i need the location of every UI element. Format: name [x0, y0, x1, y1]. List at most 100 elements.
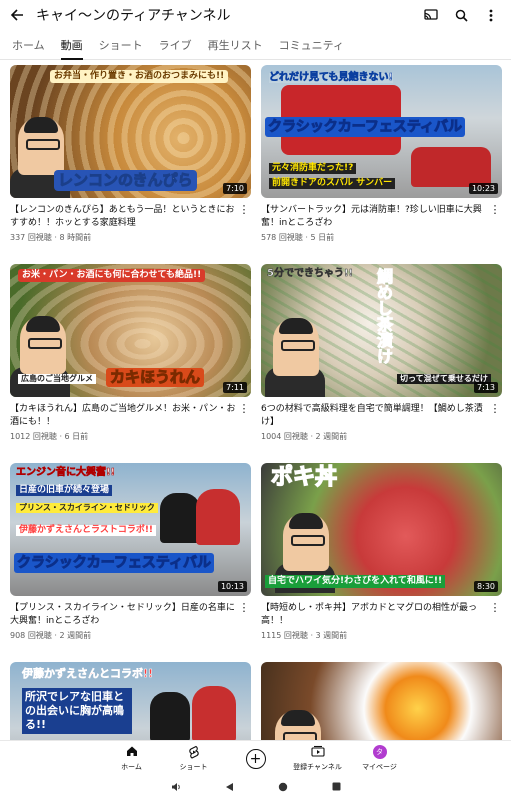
thumbnail-caption-main: クラシックカーフェスティバル — [14, 553, 215, 573]
upload-age: 2 週間前 — [315, 432, 348, 441]
thumbnail-caption-top: ポキ丼 — [270, 465, 338, 490]
host-image — [273, 318, 319, 376]
thumbnail-caption-main: レンコンのきんぴら — [54, 170, 197, 191]
duration-badge: 7:10 — [223, 183, 247, 194]
video-title[interactable]: 【レンコンのきんぴら】あともう一品！というときにおすすめ！！ホッとする家庭料理 — [10, 204, 237, 230]
nav-create[interactable]: + — [225, 741, 287, 776]
tab-videos[interactable]: 動画 — [53, 30, 91, 60]
tab-live[interactable]: ライブ — [151, 30, 200, 60]
thumbnail-caption-sub: 前開きドアのスバル サンバー — [269, 178, 396, 189]
nav-subscriptions-label: 登録チャンネル — [293, 763, 342, 771]
nav-shorts[interactable]: ショート — [163, 741, 225, 776]
tab-shorts[interactable]: ショート — [91, 30, 151, 60]
video-title[interactable]: 【カキほうれん】広島のご当地グルメ！お米・パン・お酒にも！！ — [10, 403, 237, 429]
video-card[interactable] — [261, 662, 502, 740]
video-card[interactable]: どれだけ見ても見飽きない! クラシックカーフェスティバル 元々消防車だった!? … — [261, 65, 502, 243]
upload-age: 3 週間前 — [315, 631, 348, 640]
thumbnail-caption-top: どれだけ見ても見飽きない! — [269, 72, 394, 83]
create-plus-icon: + — [245, 748, 266, 769]
view-count: 908 回視聴 — [10, 631, 52, 640]
video-thumbnail[interactable]: 伊藤かずえさんとコラボ!! 所沢でレアな旧車との出会いに胸が高鳴る!! — [10, 662, 251, 740]
upload-age: 8 時間前 — [59, 233, 92, 242]
more-vert-icon[interactable]: ⋮ — [237, 602, 251, 641]
more-vert-icon[interactable]: ⋮ — [237, 403, 251, 442]
upload-age: 5 日前 — [310, 233, 335, 242]
video-thumbnail[interactable]: お米・パン・お酒にも何に合わせても絶品!! 広島のご当地グルメ カキほうれん 7… — [10, 264, 251, 397]
view-count: 1115 回視聴 — [261, 631, 308, 640]
bottom-navigation: ホーム ショート + 登録チャンネル タ マイページ — [0, 740, 511, 776]
duration-badge: 7:11 — [223, 382, 247, 393]
view-count: 337 回視聴 — [10, 233, 52, 242]
cast-icon[interactable] — [419, 3, 443, 27]
nav-subscriptions[interactable]: 登録チャンネル — [287, 741, 349, 776]
video-card[interactable]: お弁当・作り置き・お酒のおつまみにも!! レンコンのきんぴら 7:10 【レンコ… — [10, 65, 251, 243]
thumbnail-caption-main: カキほうれん — [106, 368, 205, 387]
nav-shorts-label: ショート — [179, 763, 208, 771]
volume-icon[interactable] — [171, 782, 181, 795]
duration-badge: 10:23 — [468, 183, 498, 194]
tab-community[interactable]: コミュニティ — [271, 30, 352, 60]
video-title[interactable]: 【プリンス・スカイライン・セドリック】日産の名車に大興奮！inところざわ — [10, 602, 237, 628]
video-card[interactable]: ポキ丼 自宅でハワイ気分!わさびを入れて和風に!! 8:30 【時短めし・ポキ丼… — [261, 463, 502, 641]
avatar-icon: タ — [372, 745, 387, 759]
video-card[interactable]: お米・パン・お酒にも何に合わせても絶品!! 広島のご当地グルメ カキほうれん 7… — [10, 264, 251, 442]
back-triangle-icon[interactable] — [225, 782, 234, 795]
nav-home[interactable]: ホーム — [101, 741, 163, 776]
video-card[interactable]: 伊藤かずえさんとコラボ!! 所沢でレアな旧車との出会いに胸が高鳴る!! — [10, 662, 251, 740]
thumbnail-caption-top: エンジン音に大興奮!! — [16, 467, 116, 478]
thumbnail-caption-top: お弁当・作り置き・お酒のおつまみにも!! — [50, 70, 229, 83]
thumbnail-caption-sub: 日産の旧車が続々登場 — [16, 485, 113, 496]
upload-age: 2 週間前 — [59, 631, 92, 640]
thumbnail-caption-top: 伊藤かずえさんとコラボ!! — [22, 667, 154, 680]
channel-tabs: ホーム 動画 ショート ライブ 再生リスト コミュニティ — [0, 30, 511, 60]
video-card[interactable]: 5分でできちゃう!! 鯛めし茶漬け 切って混ぜて乗せるだけ 7:13 6つの材料… — [261, 264, 502, 442]
shorts-icon — [188, 745, 200, 761]
nav-mypage-label: マイページ — [362, 763, 397, 771]
thumbnail-caption-sub: 伊藤かずえさんとラストコラボ!! — [16, 525, 157, 536]
channel-title: キャイ〜ンのティアチャンネル — [36, 8, 231, 24]
host-image — [18, 117, 64, 175]
recents-square-icon[interactable] — [332, 782, 341, 794]
video-thumbnail[interactable]: エンジン音に大興奮!! 日産の旧車が続々登場 プリンス・スカイライン・セドリック… — [10, 463, 251, 596]
more-vert-icon[interactable]: ⋮ — [488, 403, 502, 442]
video-title[interactable]: 【サンバートラック】元は消防車！?珍しい旧車に大興奮！inところざわ — [261, 204, 488, 230]
thumbnail-caption-top: お米・パン・お酒にも何に合わせても絶品!! — [18, 269, 206, 282]
more-vert-icon[interactable] — [479, 3, 503, 27]
video-grid: お弁当・作り置き・お酒のおつまみにも!! レンコンのきんぴら 7:10 【レンコ… — [0, 62, 511, 740]
video-thumbnail[interactable]: 5分でできちゃう!! 鯛めし茶漬け 切って混ぜて乗せるだけ 7:13 — [261, 264, 502, 397]
video-thumbnail[interactable]: ポキ丼 自宅でハワイ気分!わさびを入れて和風に!! 8:30 — [261, 463, 502, 596]
video-thumbnail[interactable] — [261, 662, 502, 740]
tab-playlists[interactable]: 再生リスト — [200, 30, 271, 60]
more-vert-icon[interactable]: ⋮ — [488, 602, 502, 641]
host-image — [20, 316, 66, 374]
view-count: 1012 回視聴 — [10, 432, 57, 441]
arrow-left-icon[interactable] — [0, 0, 34, 30]
nav-mypage[interactable]: タ マイページ — [349, 741, 411, 776]
more-vert-icon[interactable]: ⋮ — [237, 204, 251, 243]
subscriptions-icon — [310, 745, 325, 761]
duration-badge: 8:30 — [474, 581, 498, 592]
duration-badge: 7:13 — [474, 382, 498, 393]
thumbnail-caption-main: クラシックカーフェスティバル — [265, 117, 466, 137]
video-thumbnail[interactable]: どれだけ見ても見飽きない! クラシックカーフェスティバル 元々消防車だった!? … — [261, 65, 502, 198]
view-count: 1004 回視聴 — [261, 432, 308, 441]
thumbnail-caption-main: 所沢でレアな旧車との出会いに胸が高鳴る!! — [22, 688, 132, 734]
tab-home[interactable]: ホーム — [4, 30, 53, 60]
thumbnail-caption-main: 自宅でハワイ気分!わさびを入れて和風に!! — [265, 575, 446, 588]
video-thumbnail[interactable]: お弁当・作り置き・お酒のおつまみにも!! レンコンのきんぴら 7:10 — [10, 65, 251, 198]
thumbnail-caption-main: 鯛めし茶漬け — [374, 268, 394, 365]
duration-badge: 10:13 — [217, 581, 247, 592]
system-navigation-bar — [0, 776, 511, 800]
app-header: キャイ〜ンのティアチャンネル — [0, 0, 511, 30]
view-count: 578 回視聴 — [261, 233, 303, 242]
thumbnail-caption-sub: プリンス・スカイライン・セドリック — [16, 503, 158, 513]
thumbnail-caption-top: 5分でできちゃう!! — [267, 268, 354, 279]
video-title[interactable]: 【時短めし・ポキ丼】アボカドとマグロの相性が最っ高！！ — [261, 602, 488, 628]
more-vert-icon[interactable]: ⋮ — [488, 204, 502, 243]
thumbnail-caption-sub: 広島のご当地グルメ — [18, 374, 96, 384]
video-title[interactable]: 6つの材料で高級料理を自宅で簡単調理！【鯛めし茶漬け】 — [261, 403, 488, 429]
search-icon[interactable] — [449, 3, 473, 27]
home-circle-icon[interactable] — [278, 782, 288, 795]
upload-age: 6 日前 — [64, 432, 89, 441]
video-card[interactable]: エンジン音に大興奮!! 日産の旧車が続々登場 プリンス・スカイライン・セドリック… — [10, 463, 251, 641]
